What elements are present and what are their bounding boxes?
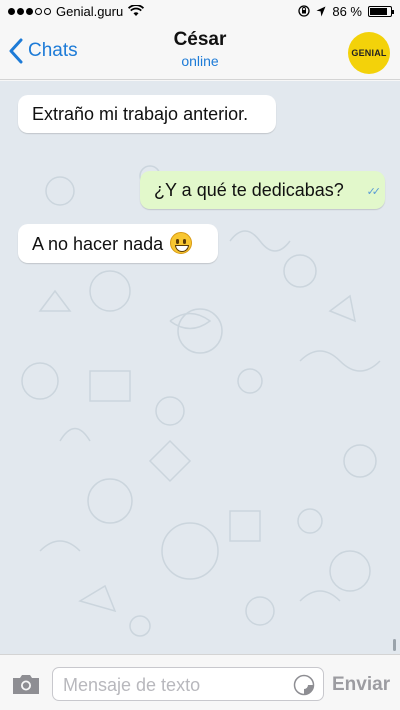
outgoing-message[interactable]: ¿Y a qué te dedicabas? ✓✓ — [140, 171, 385, 209]
location-arrow-icon — [316, 6, 326, 16]
battery-percentage: 86 % — [332, 3, 362, 19]
incoming-message[interactable]: A no hacer nada — [18, 224, 218, 263]
rotation-lock-icon — [298, 5, 311, 17]
chat-wallpaper-doodles — [21, 165, 381, 637]
signal-strength-icon — [8, 7, 51, 15]
avatar[interactable]: GENIAL — [348, 32, 390, 74]
message-text: ¿Y a qué te dedicabas? — [154, 180, 344, 200]
message-input-placeholder: Mensaje de texto — [63, 675, 201, 695]
double-check-icon: ✓✓ — [366, 186, 382, 198]
incoming-message[interactable]: Extraño mi trabajo anterior. — [18, 95, 276, 133]
message-list[interactable]: Extraño mi trabajo anterior. ¿Y a qué te… — [0, 81, 400, 654]
status-bar: Genial.guru 86 % — [0, 0, 400, 22]
carrier-name: Genial.guru — [56, 3, 124, 19]
grinning-face-icon — [170, 232, 193, 254]
message-text: Extraño mi trabajo anterior. — [32, 104, 249, 124]
chat-header: Chats César online GENIAL — [0, 22, 400, 80]
sticker-icon[interactable] — [293, 674, 315, 696]
battery-icon — [368, 5, 394, 17]
contact-info[interactable]: César online — [0, 29, 400, 69]
wifi-icon — [128, 5, 145, 16]
contact-status: online — [181, 53, 219, 69]
avatar-logo-text: GENIAL — [351, 48, 387, 58]
scrollbar[interactable] — [393, 639, 396, 651]
camera-icon[interactable] — [11, 673, 41, 695]
composer-bar: Mensaje de texto Enviar — [0, 654, 400, 710]
send-button[interactable]: Enviar — [332, 674, 390, 696]
message-input[interactable]: Mensaje de texto — [52, 667, 324, 701]
message-text: A no hacer nada — [32, 234, 164, 254]
contact-name: César — [173, 29, 227, 50]
battery-level — [370, 7, 388, 15]
